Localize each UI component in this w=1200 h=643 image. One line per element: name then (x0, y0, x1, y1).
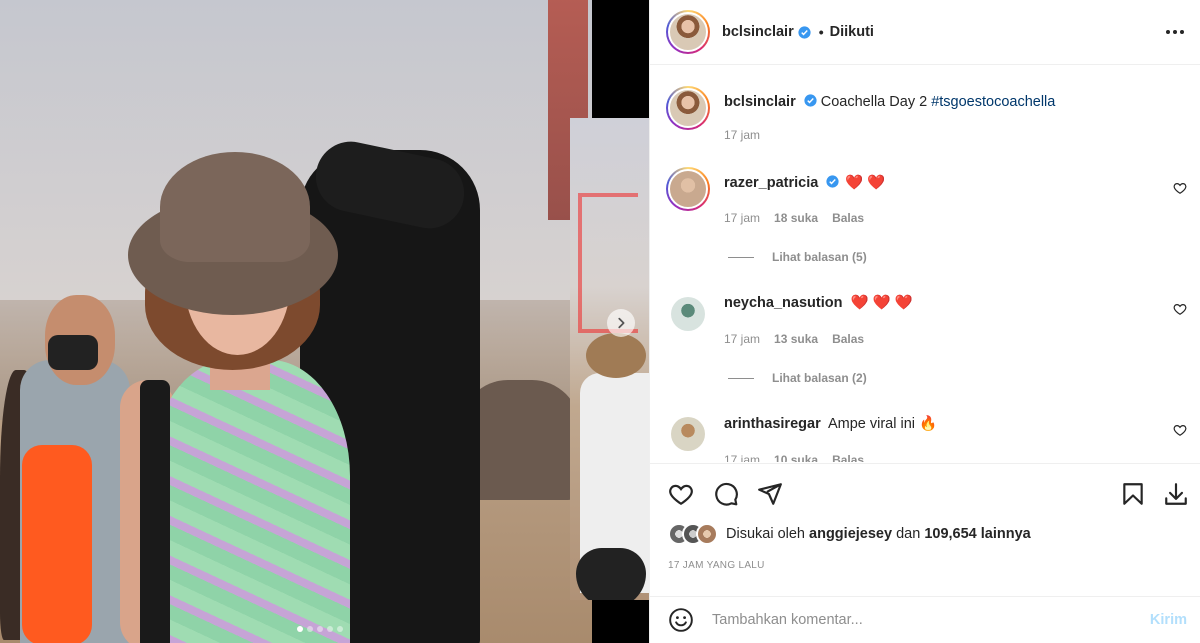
comment-avatar[interactable] (671, 417, 705, 451)
carousel-dot (337, 626, 343, 632)
like-comment-heart-icon[interactable] (1173, 302, 1187, 316)
post-detail-panel: bclsinclair • Diikuti bclsinclair Coache… (649, 0, 1200, 643)
carousel-dot (317, 626, 323, 632)
add-comment-bar: Kirim (650, 596, 1200, 643)
likes-summary: Disukai oleh anggiejesey dan 109,654 lai… (668, 523, 1031, 545)
view-replies-label: Lihat balasan (5) (772, 250, 867, 264)
post-timestamp[interactable]: 17 JAM YANG LALU (668, 560, 765, 571)
more-options-button[interactable] (1163, 20, 1187, 44)
header-separator: • (818, 24, 824, 40)
liker-avatar (696, 523, 718, 545)
comment-likes[interactable]: 13 suka (774, 332, 818, 346)
follow-status-button[interactable]: Diikuti (830, 24, 874, 40)
comment-body: ❤️ ❤️ ❤️ (850, 295, 913, 311)
verified-badge-icon (826, 175, 839, 188)
comment-row (666, 412, 710, 456)
verified-badge-icon (798, 25, 811, 39)
comment-username[interactable]: arinthasiregar (724, 416, 821, 432)
comment-meta: 17 jam 10 suka Balas (724, 453, 864, 462)
comment-avatar[interactable] (666, 167, 710, 211)
comment-text: razer_patricia ❤️ ❤️ (724, 174, 885, 192)
likes-count-link[interactable]: 109,654 lainnya (924, 526, 1030, 542)
chevron-right-icon (618, 317, 625, 329)
comment-row (666, 292, 710, 336)
comment-meta: 17 jam 18 suka Balas (724, 211, 864, 225)
next-photo-preview (570, 118, 649, 600)
post-actions (650, 463, 1200, 523)
bookmark-icon[interactable] (1120, 481, 1146, 507)
caption-text: bclsinclair Coachella Day 2 #tsgoestocoa… (724, 93, 1055, 111)
comment-time[interactable]: 17 jam (724, 453, 760, 462)
reply-button[interactable]: Balas (832, 332, 864, 346)
comment-meta: 17 jam 13 suka Balas (724, 332, 864, 346)
view-replies-label: Lihat balasan (2) (772, 371, 867, 385)
more-icon (1166, 30, 1184, 34)
comment-likes[interactable]: 18 suka (774, 211, 818, 225)
caption-meta: 17 jam (724, 128, 760, 142)
comment-input[interactable] (712, 612, 1112, 628)
post-photo (0, 0, 592, 643)
carousel-dot (327, 626, 333, 632)
comment-avatar[interactable] (671, 297, 705, 331)
comment-username[interactable]: razer_patricia (724, 175, 818, 191)
carousel-next-button[interactable] (607, 309, 635, 337)
likes-suffix: lainnya (980, 526, 1031, 542)
likes-user-link[interactable]: anggiejesey (809, 526, 892, 542)
likes-conjunction: dan (896, 526, 921, 542)
comment-time[interactable]: 17 jam (724, 332, 760, 346)
carousel-dot (307, 626, 313, 632)
comment-likes[interactable]: 10 suka (774, 453, 818, 462)
likes-prefix: Disukai oleh (726, 526, 805, 542)
view-replies-button[interactable]: Lihat balasan (5) (728, 250, 867, 264)
reply-button[interactable]: Balas (832, 453, 864, 462)
caption-username[interactable]: bclsinclair (724, 94, 796, 110)
comment-body: ❤️ ❤️ (845, 175, 886, 191)
comment-body: Ampe viral ini 🔥 (827, 416, 938, 432)
download-icon[interactable] (1163, 481, 1189, 507)
send-comment-button[interactable]: Kirim (1150, 612, 1187, 628)
post-media (0, 0, 649, 643)
like-comment-heart-icon[interactable] (1173, 423, 1187, 437)
carousel-indicator (297, 626, 343, 632)
reply-button[interactable]: Balas (832, 211, 864, 225)
view-replies-button[interactable]: Lihat balasan (2) (728, 371, 867, 385)
emoji-icon[interactable] (668, 607, 694, 633)
share-icon[interactable] (757, 481, 783, 507)
comment-time[interactable]: 17 jam (724, 211, 760, 225)
author-username[interactable]: bclsinclair (722, 24, 794, 40)
carousel-dot (297, 626, 303, 632)
comments-list: bclsinclair Coachella Day 2 #tsgoestocoa… (650, 66, 1200, 462)
comment-text: neycha_nasution ❤️ ❤️ ❤️ (724, 294, 913, 312)
caption-time: 17 jam (724, 128, 761, 142)
caption-hashtag-link[interactable]: #tsgoestocoachella (931, 94, 1055, 110)
verified-badge-icon (804, 94, 817, 107)
author-avatar[interactable] (666, 10, 710, 54)
comment-icon[interactable] (713, 481, 739, 507)
comment-username[interactable]: neycha_nasution (724, 295, 842, 311)
comment-row (666, 167, 710, 211)
caption-author-avatar[interactable] (666, 86, 710, 130)
like-comment-heart-icon[interactable] (1173, 181, 1187, 195)
caption-body: Coachella Day 2 (820, 94, 928, 110)
comment-text: arinthasiregar Ampe viral ini 🔥 (724, 415, 937, 433)
heart-icon[interactable] (668, 481, 694, 507)
caption-row (666, 86, 710, 130)
likes-count: 109,654 (924, 526, 977, 542)
post-header: bclsinclair • Diikuti (650, 0, 1200, 65)
